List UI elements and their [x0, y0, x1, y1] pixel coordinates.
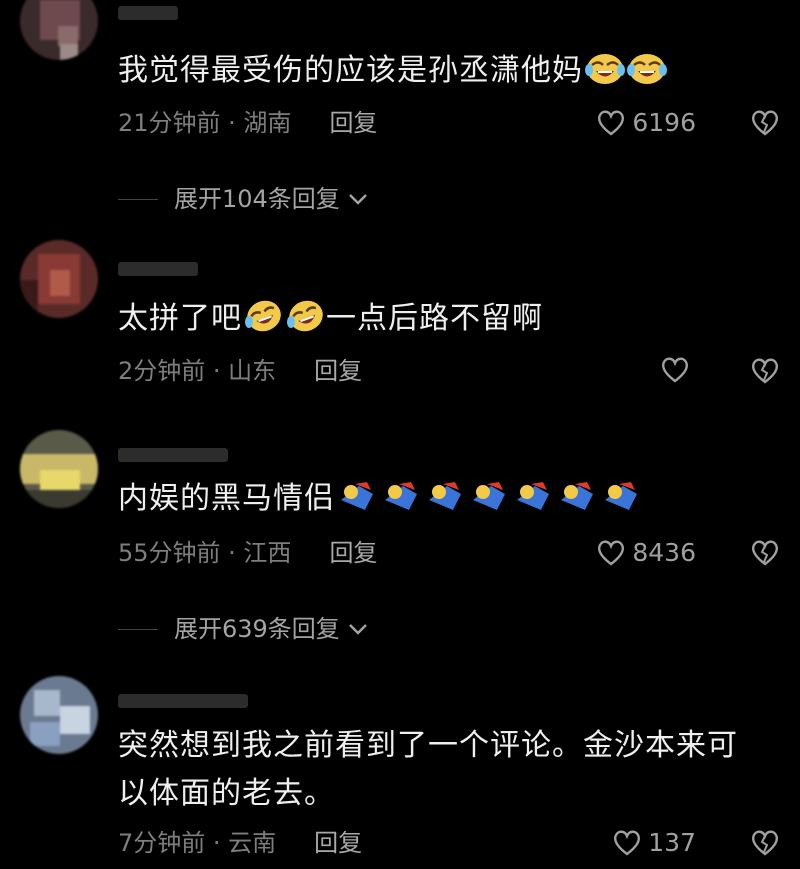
- superhero-emoji-icon: [513, 480, 555, 529]
- time-location: 2分钟前 · 山东: [118, 357, 277, 385]
- expand-replies-button[interactable]: 展开104条回复: [118, 184, 370, 214]
- superhero-emoji-icon: [469, 480, 511, 529]
- like-button[interactable]: [660, 356, 696, 384]
- comment-text-content: 突然想到我之前看到了一个评论。金沙本来可以体面的老去。: [118, 728, 738, 811]
- avatar[interactable]: [20, 676, 98, 754]
- comment-meta: 21分钟前 · 湖南 回复: [118, 108, 377, 138]
- broken-heart-icon[interactable]: [750, 828, 780, 858]
- comment-text: 我觉得最受伤的应该是孙丞潇他妈: [118, 47, 778, 101]
- username[interactable]: [118, 6, 178, 20]
- chevron-down-icon: [348, 194, 367, 205]
- superhero-emoji-icon: [425, 480, 467, 529]
- superhero-emoji-icon: [337, 480, 379, 529]
- broken-heart-icon[interactable]: [750, 356, 780, 386]
- superhero-emoji-icon: [381, 480, 423, 529]
- time-location: 7分钟前 · 云南: [118, 829, 277, 857]
- superhero-emoji-icon: [601, 480, 643, 529]
- rofl-emoji-icon: [286, 298, 326, 349]
- comment-text: 突然想到我之前看到了一个评论。金沙本来可以体面的老去。: [118, 722, 768, 818]
- time-location: 55分钟前 · 江西: [118, 539, 292, 567]
- comment-meta: 7分钟前 · 云南 回复: [118, 828, 362, 858]
- divider-line: [118, 628, 158, 630]
- like-button[interactable]: 137: [612, 828, 696, 858]
- reply-button[interactable]: 回复: [329, 109, 377, 137]
- comment-text-before: 太拼了吧: [118, 301, 242, 336]
- comment-text: 内娱的黑马情侣: [118, 475, 778, 529]
- like-count: 137: [648, 828, 696, 857]
- like-button[interactable]: 6196: [596, 108, 696, 138]
- reply-button[interactable]: 回复: [314, 357, 362, 385]
- chevron-down-icon: [348, 624, 367, 635]
- comment-text-after: 一点后路不留啊: [326, 301, 543, 336]
- username[interactable]: [118, 448, 228, 462]
- expand-replies-label: 展开104条回复: [174, 185, 340, 213]
- avatar[interactable]: [20, 240, 98, 318]
- heart-icon: [598, 110, 625, 136]
- avatar[interactable]: [20, 0, 98, 60]
- laughing-crying-emoji-icon: [585, 52, 625, 101]
- comment-text-content: 我觉得最受伤的应该是孙丞潇他妈: [118, 53, 583, 88]
- rofl-emoji-icon: [244, 298, 284, 349]
- like-button[interactable]: 8436: [596, 538, 696, 568]
- time-location: 21分钟前 · 湖南: [118, 109, 292, 137]
- comment-meta: 2分钟前 · 山东 回复: [118, 356, 362, 386]
- heart-icon: [598, 540, 625, 566]
- like-count: 8436: [632, 538, 696, 567]
- heart-icon: [661, 357, 689, 383]
- heart-icon: [614, 830, 641, 856]
- reply-button[interactable]: 回复: [314, 829, 362, 857]
- username[interactable]: [118, 262, 198, 276]
- like-count: 6196: [632, 108, 696, 137]
- expand-replies-button[interactable]: 展开639条回复: [118, 614, 370, 644]
- divider-line: [118, 198, 158, 200]
- broken-heart-icon[interactable]: [750, 538, 780, 568]
- comment-meta: 55分钟前 · 江西 回复: [118, 538, 377, 568]
- broken-heart-icon[interactable]: [750, 108, 780, 138]
- laughing-crying-emoji-icon: [627, 52, 667, 101]
- comment-text: 太拼了吧 一点后路不留啊: [118, 295, 778, 349]
- avatar[interactable]: [20, 430, 98, 508]
- superhero-emoji-icon: [557, 480, 599, 529]
- reply-button[interactable]: 回复: [329, 539, 377, 567]
- comment-text-content: 内娱的黑马情侣: [118, 481, 335, 516]
- username[interactable]: [118, 694, 248, 708]
- expand-replies-label: 展开639条回复: [174, 615, 340, 643]
